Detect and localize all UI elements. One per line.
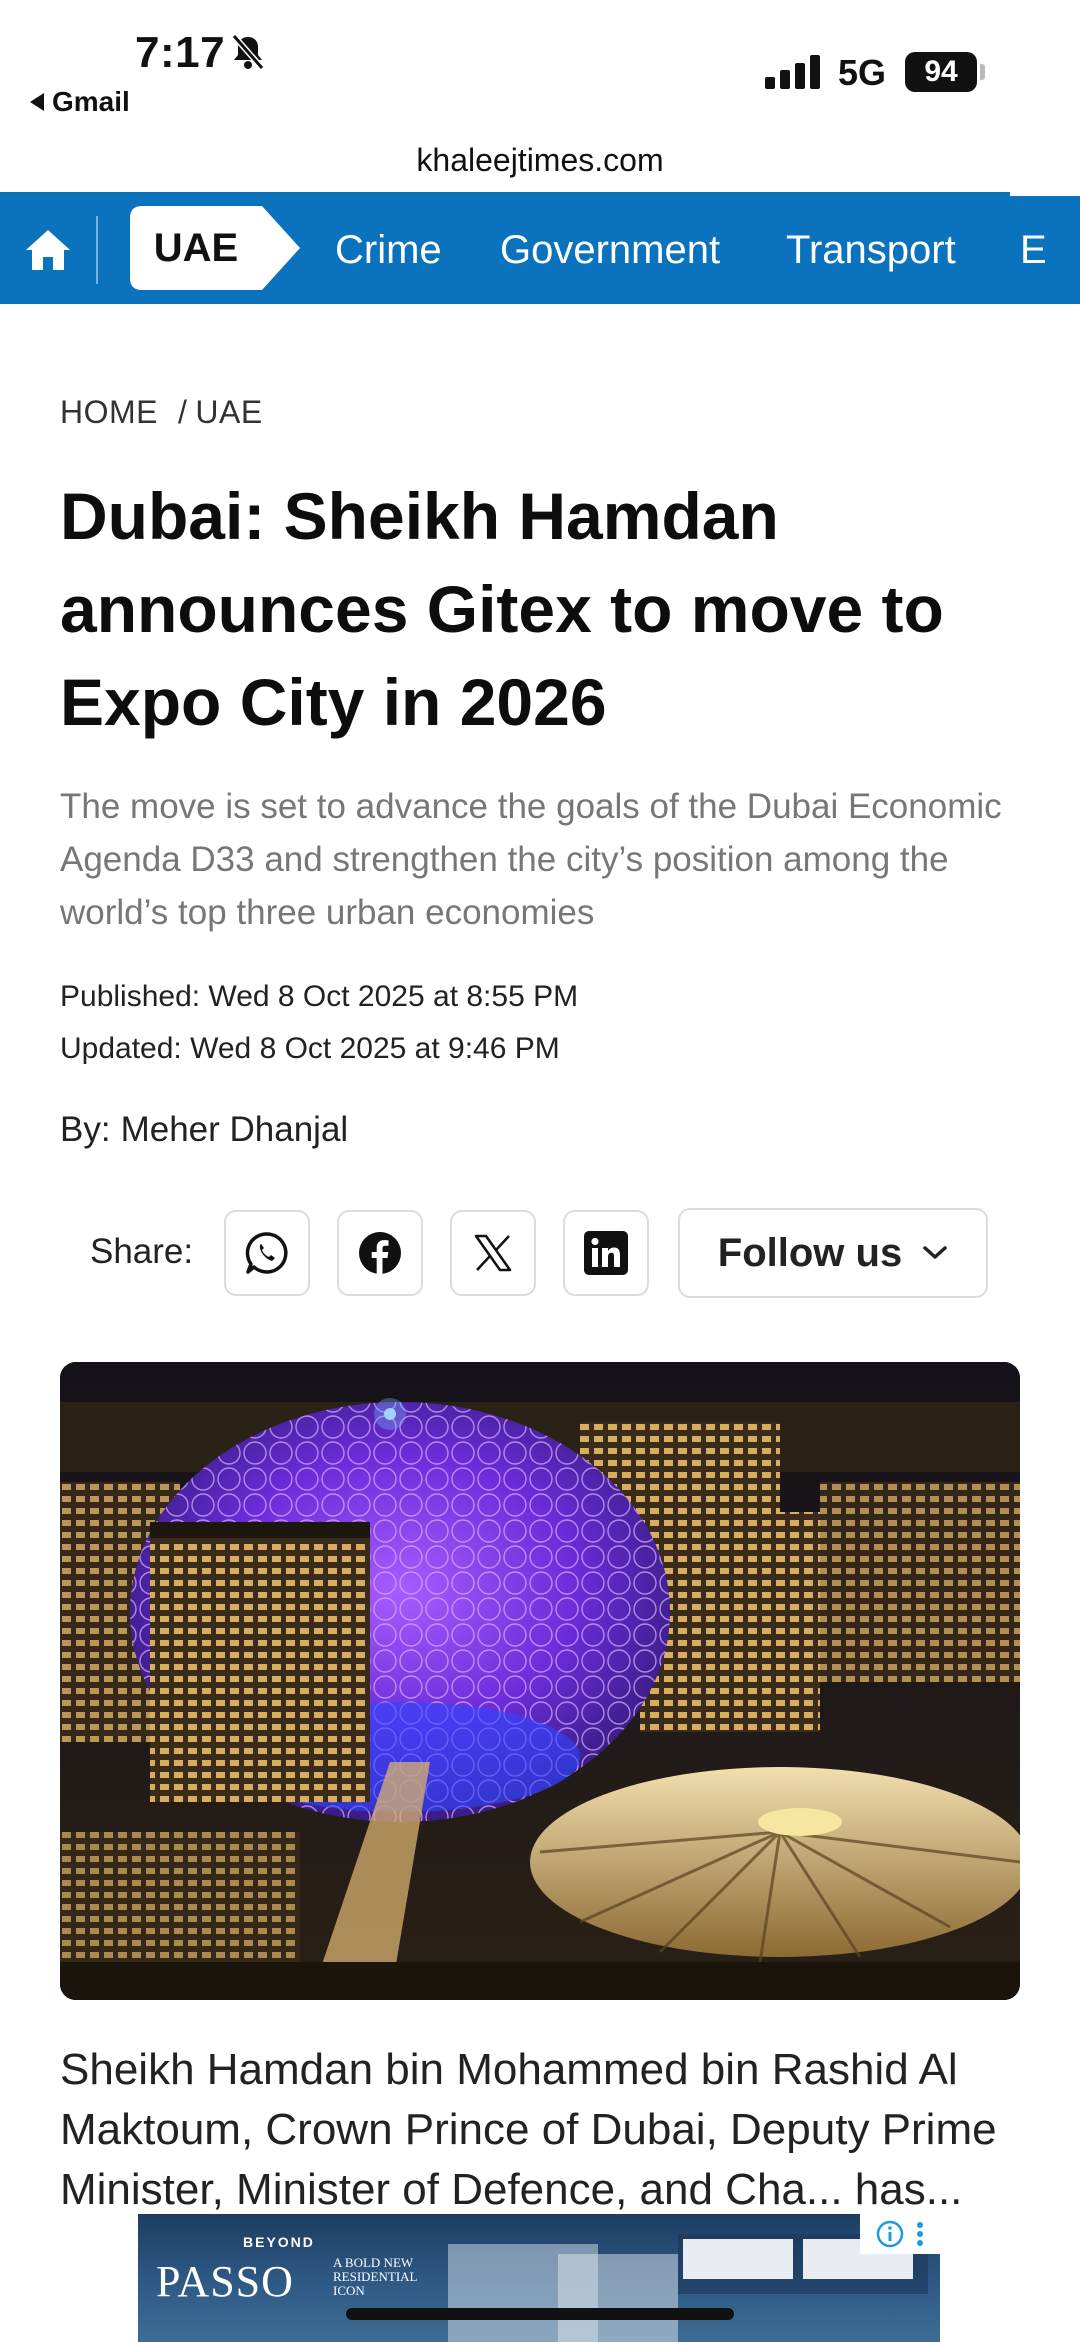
share-facebook-button[interactable]	[337, 1210, 423, 1296]
nav-item-government[interactable]: Government	[500, 196, 720, 304]
ad-info-icon	[876, 2220, 904, 2248]
article-body-paragraph: Sheikh Hamdan bin Mohammed bin Rashid Al…	[60, 2045, 997, 2214]
battery-nub	[980, 64, 985, 80]
nav-item-uae-label: UAE	[153, 226, 239, 270]
linkedin-icon	[584, 1231, 628, 1275]
article-headline: Dubai: Sheikh Hamdan announces Gitex to …	[60, 479, 944, 739]
network-type: 5G	[838, 52, 887, 93]
section-nav-bar: UAE Crime Government Transport E	[0, 196, 1080, 304]
expo-city-night-photo	[60, 1362, 1020, 2000]
ad-banner[interactable]: BEYOND PASSO A BOLD NEW RESIDENTIAL ICON	[138, 2214, 940, 2342]
back-arrow-icon	[30, 92, 44, 111]
x-twitter-icon	[474, 1234, 512, 1272]
cellular-signal-icon	[765, 55, 820, 89]
bell-slash-icon	[231, 34, 265, 70]
published-date: Published: Wed 8 Oct 2025 at 8:55 PM	[60, 980, 579, 1013]
ad-menu-icon	[917, 2222, 923, 2246]
home-indicator[interactable]	[346, 2308, 734, 2320]
article-subheadline: The move is set to advance the goals of …	[60, 787, 1002, 932]
back-to-app-link[interactable]: Gmail	[30, 86, 130, 118]
follow-us-label: Follow us	[717, 1230, 903, 1275]
share-x-button[interactable]	[450, 1210, 536, 1296]
nav-item-partial[interactable]: E	[1020, 196, 1047, 304]
updated-date: Updated: Wed 8 Oct 2025 at 9:46 PM	[60, 1032, 560, 1065]
nav-item-crime[interactable]: Crime	[335, 196, 442, 304]
breadcrumb-separator: /	[178, 394, 188, 430]
nav-divider	[96, 216, 98, 284]
facebook-icon	[359, 1232, 401, 1274]
status-bar: 7:17 Gmail 5G 94	[0, 0, 1080, 140]
nav-item-uae-active[interactable]: UAE	[130, 206, 300, 290]
home-icon[interactable]	[22, 224, 74, 276]
ad-building-graphic	[448, 2234, 928, 2342]
share-whatsapp-button[interactable]	[224, 1210, 310, 1296]
byline-label: By:	[60, 1110, 111, 1149]
battery-level: 94	[905, 52, 977, 92]
nav-item-transport[interactable]: Transport	[786, 196, 956, 304]
article-hero-image[interactable]	[60, 1362, 1020, 2000]
breadcrumb-uae[interactable]: UAE	[195, 394, 262, 430]
back-app-label: Gmail	[52, 86, 130, 117]
follow-us-dropdown[interactable]: Follow us	[678, 1208, 988, 1298]
breadcrumb: HOME / UAE	[60, 394, 263, 431]
chevron-down-icon	[923, 1246, 947, 1259]
status-time: 7:17	[135, 28, 226, 77]
author-link[interactable]: Meher Dhanjal	[121, 1110, 349, 1149]
whatsapp-icon	[245, 1232, 288, 1274]
address-bar-url[interactable]: khaleejtimes.com	[0, 142, 1080, 179]
share-linkedin-button[interactable]	[563, 1210, 649, 1296]
share-label: Share:	[90, 1232, 194, 1271]
breadcrumb-home[interactable]: HOME	[60, 394, 158, 430]
byline: By: Meher Dhanjal	[60, 1110, 348, 1150]
ad-choices[interactable]	[860, 2214, 940, 2254]
